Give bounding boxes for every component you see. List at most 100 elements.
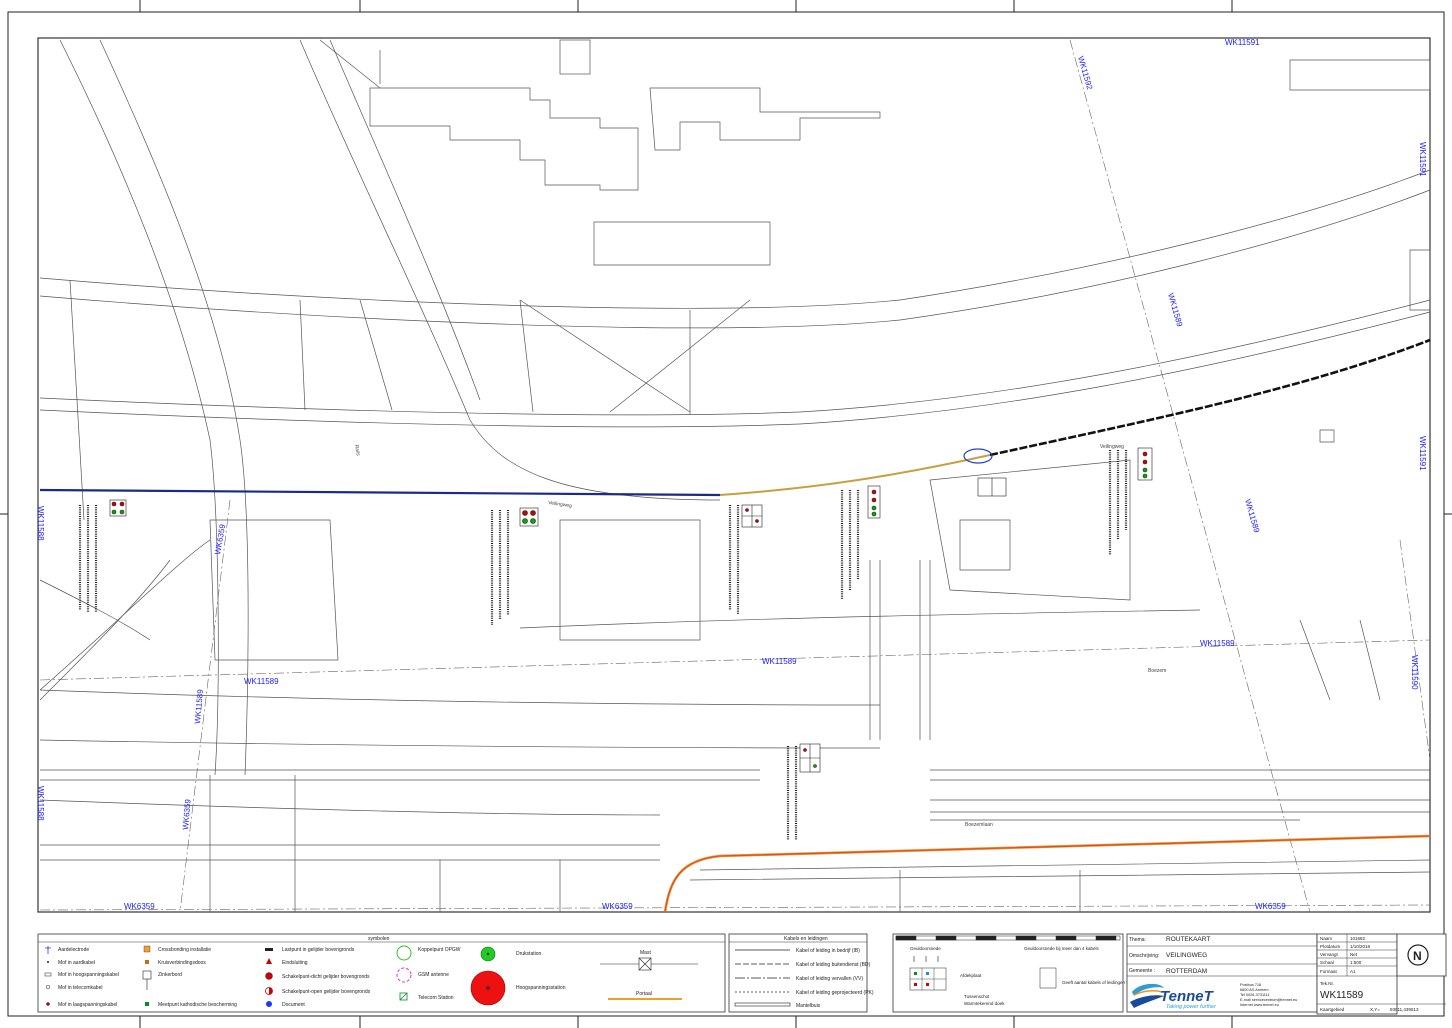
grid-label: WK11592 — [1076, 55, 1094, 91]
grid-label: WK11588 — [36, 506, 45, 541]
section-block — [109, 499, 127, 517]
svg-text:Schaal: Schaal — [1320, 960, 1334, 965]
svg-text:Kabel of leiding geprojecteerd: Kabel of leiding geprojecteerd (PK) — [796, 990, 874, 996]
svg-text:Document: Document — [282, 1002, 305, 1008]
map-frame — [37, 37, 1431, 913]
svg-text:Zinkerbord: Zinkerbord — [158, 972, 182, 978]
cable-black — [989, 338, 1431, 457]
grid-label: WK11591 — [1418, 436, 1427, 471]
svg-text:1/10/2018: 1/10/2018 — [1350, 944, 1371, 949]
svg-text:Formaat: Formaat — [1320, 969, 1338, 974]
svg-text:Vervangt: Vervangt — [1320, 952, 1339, 957]
svg-text:93011,439513: 93011,439513 — [1390, 1007, 1419, 1012]
svg-text:Internet www.tennet.eu: Internet www.tennet.eu — [1240, 1003, 1279, 1007]
svg-text:Mof in telecomkabel: Mof in telecomkabel — [58, 985, 102, 991]
company-tagline: Taking power further — [1166, 1004, 1217, 1010]
svg-text:Kruisverbindingsdoos: Kruisverbindingsdoos — [158, 960, 206, 966]
cables-title: Kabels en leidingen — [784, 936, 828, 942]
scale-bar — [895, 935, 1121, 941]
section-block — [1137, 447, 1153, 481]
svg-text:Naam: Naam — [1320, 936, 1332, 941]
svg-text:Hoogspanningsstation: Hoogspanningsstation — [516, 985, 566, 991]
svg-text:Kabel of leiding vervallen (VV: Kabel of leiding vervallen (VV) — [796, 976, 863, 982]
svg-text:Geuldoorsnede: Geuldoorsnede — [910, 946, 941, 951]
svg-text:Mof in hoogspanningskabel: Mof in hoogspanningskabel — [58, 972, 119, 978]
cable-blue — [39, 488, 721, 497]
grid-lines — [39, 39, 1431, 913]
section-block — [799, 743, 821, 773]
grid-label: WK11589 — [1166, 292, 1184, 328]
svg-text:Geeft aantal kabels of leiding: Geeft aantal kabels of leidingen weer — [1062, 980, 1137, 985]
svg-text:Kabel of leiding buitendienst: Kabel of leiding buitendienst (BD) — [796, 962, 871, 968]
section-block — [741, 504, 763, 528]
grid-label: WK6359 — [602, 902, 633, 911]
svg-text:GSM antenne: GSM antenne — [418, 972, 449, 978]
svg-text:Mast: Mast — [640, 950, 651, 956]
cable-mixed — [719, 454, 991, 496]
svg-text:Mof in aardkabel: Mof in aardkabel — [58, 960, 95, 966]
street-label: Veilingweg — [1100, 444, 1124, 450]
svg-text:Drukstation: Drukstation — [516, 951, 542, 957]
thema-value: ROUTEKAART — [1166, 936, 1210, 943]
svg-text:Telecom Station: Telecom Station — [418, 995, 454, 1001]
grid-label: WK11589 — [1243, 498, 1261, 534]
svg-text:Warmtekerend doek: Warmtekerend doek — [964, 1001, 1005, 1006]
gemeente-value: ROTTERDAM — [1166, 968, 1207, 975]
svg-text:Net: Net — [1350, 952, 1358, 957]
svg-text:Eindsluiting: Eindsluiting — [282, 960, 308, 966]
street-label: Veilingweg — [548, 500, 573, 509]
svg-text:A1: A1 — [1350, 969, 1356, 974]
grid-label: WK11588 — [36, 786, 45, 821]
grid-label: WK6359 — [181, 798, 193, 830]
svg-text:Schakelpunt-dicht gelijder bov: Schakelpunt-dicht gelijder bovengronds — [282, 974, 370, 980]
cross-section-blocks — [78, 447, 1153, 840]
street-names: Veilingweg Veilingweg Boezemlaan Boezem … — [353, 444, 1166, 828]
svg-text:1:500: 1:500 — [1350, 960, 1362, 965]
legend-panel: symbolen Aardelectrode Mof in aardkabel … — [37, 933, 1137, 1013]
legend-title: symbolen — [368, 936, 390, 942]
section-block — [977, 477, 1007, 497]
svg-text:6800 AS Arnhem: 6800 AS Arnhem — [1240, 988, 1269, 992]
svg-text:Aardelectrode: Aardelectrode — [58, 947, 89, 953]
svg-text:Kabel of leiding in bedrijf (I: Kabel of leiding in bedrijf (IB) — [796, 948, 860, 954]
grid-label: WK11591 — [1418, 142, 1427, 177]
grid-label: WK11589 — [1200, 639, 1235, 648]
svg-text:Tussenschot: Tussenschot — [964, 994, 990, 999]
company-name: TenneT — [1160, 988, 1215, 1005]
grid-label: WK6359 — [124, 902, 155, 911]
svg-text:Lastpunt in gelijder bovengron: Lastpunt in gelijder bovengronds — [282, 947, 355, 953]
svg-text:Postbus 718: Postbus 718 — [1240, 983, 1261, 987]
svg-text:Geuldoorsnede bij meer dan 4 k: Geuldoorsnede bij meer dan 4 kabels — [1024, 946, 1100, 951]
svg-text:Afdekplaat: Afdekplaat — [960, 973, 982, 978]
street-label: Boezemlaan — [965, 822, 993, 828]
svg-text:Plotdatum: Plotdatum — [1320, 944, 1341, 949]
svg-text:X,Y=: X,Y= — [1370, 1007, 1380, 1012]
cable-label-stacks — [78, 450, 1128, 840]
street-label: Boezem — [1148, 668, 1166, 674]
svg-text:Meetpunt kathodische beschermi: Meetpunt kathodische bescherming — [158, 1002, 237, 1008]
teknr-value: WK11589 — [1320, 990, 1364, 1001]
grid-label: WK11589 — [244, 677, 279, 686]
grid-label: WK6359 — [1255, 902, 1286, 911]
route-map: WK11591 WK11592 WK11591 WK11589 WK11591 … — [0, 0, 1452, 1028]
section-block — [519, 507, 539, 527]
svg-text:Crossbonding installatie: Crossbonding installatie — [158, 947, 211, 953]
omschrijving-value: VEILINGWEG — [1166, 952, 1207, 959]
svg-text:101682: 101682 — [1350, 936, 1366, 941]
omschrijving-label: Omschrijving: — [1129, 953, 1159, 959]
compass-north: N — [1413, 949, 1422, 963]
teknr-label: Tek.Nr. — [1320, 981, 1334, 986]
svg-text:Schakelpunt-open gelijder bove: Schakelpunt-open gelijder bovengronds — [282, 989, 371, 995]
svg-text:Mof in laagspanningskabel: Mof in laagspanningskabel — [58, 1002, 117, 1008]
title-block: Thema: ROUTEKAART Omschrijving: VEILINGW… — [1126, 933, 1447, 1015]
svg-text:Portaal: Portaal — [636, 991, 652, 997]
svg-text:Koppelpunt OPGW: Koppelpunt OPGW — [418, 947, 461, 953]
thema-label: Thema: — [1129, 937, 1146, 943]
street-label: Rails — [353, 444, 361, 456]
grid-label: WK11591 — [1225, 38, 1260, 47]
gemeente-label: Gemeente : — [1129, 968, 1155, 974]
grid-label: WK11590 — [1410, 655, 1419, 690]
section-block — [867, 485, 881, 519]
svg-text:E-mail servicecentrum@tennet.: E-mail servicecentrum@tennet.eu — [1240, 998, 1297, 1002]
svg-text:Tel 0026-3731111: Tel 0026-3731111 — [1240, 993, 1270, 997]
